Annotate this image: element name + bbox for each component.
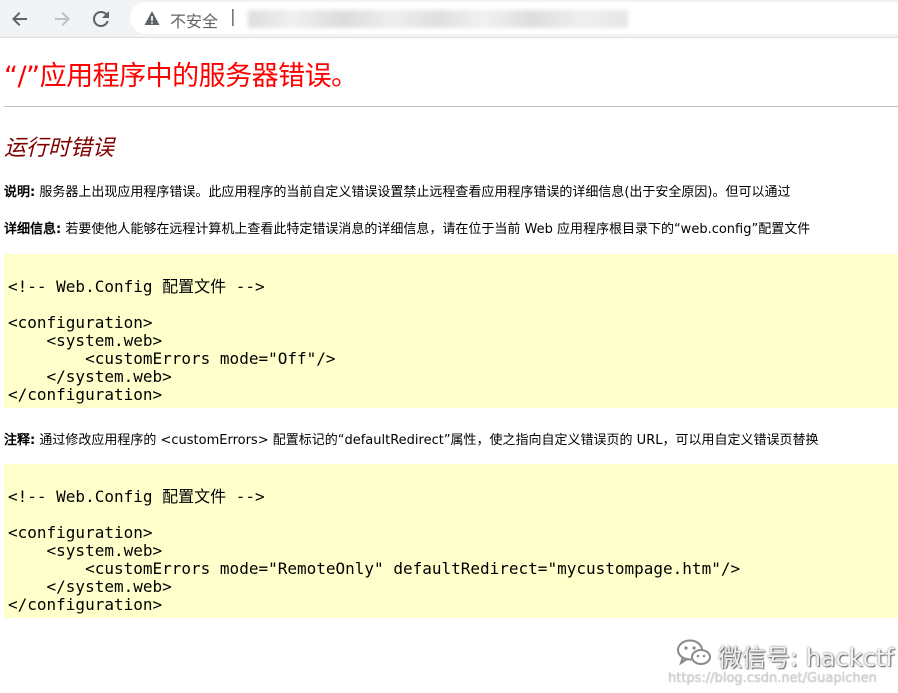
csdn-watermark: https://blog.csdn.net/Guapichen: [668, 671, 877, 686]
security-status-label[interactable]: 不安全: [170, 8, 218, 32]
code-line: <configuration>: [8, 313, 153, 332]
code-line: <!-- Web.Config 配置文件 -->: [8, 487, 265, 506]
address-bar[interactable]: 不安全 |: [130, 2, 898, 34]
url-separator: |: [230, 7, 236, 27]
blurred-url[interactable]: [248, 10, 628, 28]
note-paragraph: 注释: 通过修改应用程序的 <customErrors> 配置标记的“defau…: [4, 429, 818, 448]
note-text: 通过修改应用程序的 <customErrors> 配置标记的“defaultRe…: [39, 433, 819, 448]
code-block-config-remoteonly: <!-- Web.Config 配置文件 --> <configuration>…: [4, 464, 898, 618]
code-block-config-off: <!-- Web.Config 配置文件 --> <configuration>…: [4, 254, 898, 408]
error-subtitle: 运行时错误: [4, 136, 115, 161]
description-paragraph: 说明: 服务器上出现应用程序错误。此应用程序的当前自定义错误设置禁止远程查看应用…: [4, 181, 791, 200]
details-text: 若要使他人能够在远程计算机上查看此特定错误消息的详细信息，请在位于当前 Web …: [65, 222, 811, 237]
wechat-watermark: 微信号: hackctf: [718, 644, 894, 672]
code-line: <configuration>: [8, 523, 153, 542]
title-divider: [4, 106, 898, 107]
arrow-left-icon: [12, 12, 27, 26]
browser-toolbar: 不安全 |: [0, 0, 898, 38]
code-line: <system.web>: [8, 541, 163, 560]
forward-button[interactable]: [50, 7, 74, 31]
description-text: 服务器上出现应用程序错误。此应用程序的当前自定义错误设置禁止远程查看应用程序错误…: [39, 185, 791, 200]
code-line: <customErrors mode="RemoteOnly" defaultR…: [8, 559, 741, 578]
wechat-icon: [677, 639, 711, 666]
code-line: </configuration>: [8, 385, 163, 404]
note-label: 注释:: [4, 433, 36, 448]
arrow-right-icon: [55, 12, 70, 26]
code-line: </configuration>: [8, 595, 163, 614]
code-line: <customErrors mode="Off"/>: [8, 349, 336, 368]
page-title: “/”应用程序中的服务器错误。: [4, 61, 358, 92]
code-line: <system.web>: [8, 331, 163, 350]
reload-icon: [92, 10, 109, 27]
code-line: <!-- Web.Config 配置文件 -->: [8, 277, 265, 296]
warning-icon: [144, 11, 160, 25]
reload-button[interactable]: [89, 7, 113, 31]
description-label: 说明:: [4, 185, 36, 200]
code-line: </system.web>: [8, 367, 172, 386]
details-paragraph: 详细信息: 若要使他人能够在远程计算机上查看此特定错误消息的详细信息，请在位于当…: [4, 218, 810, 237]
back-button[interactable]: [8, 7, 32, 31]
details-label: 详细信息:: [4, 222, 62, 237]
code-line: </system.web>: [8, 577, 172, 596]
